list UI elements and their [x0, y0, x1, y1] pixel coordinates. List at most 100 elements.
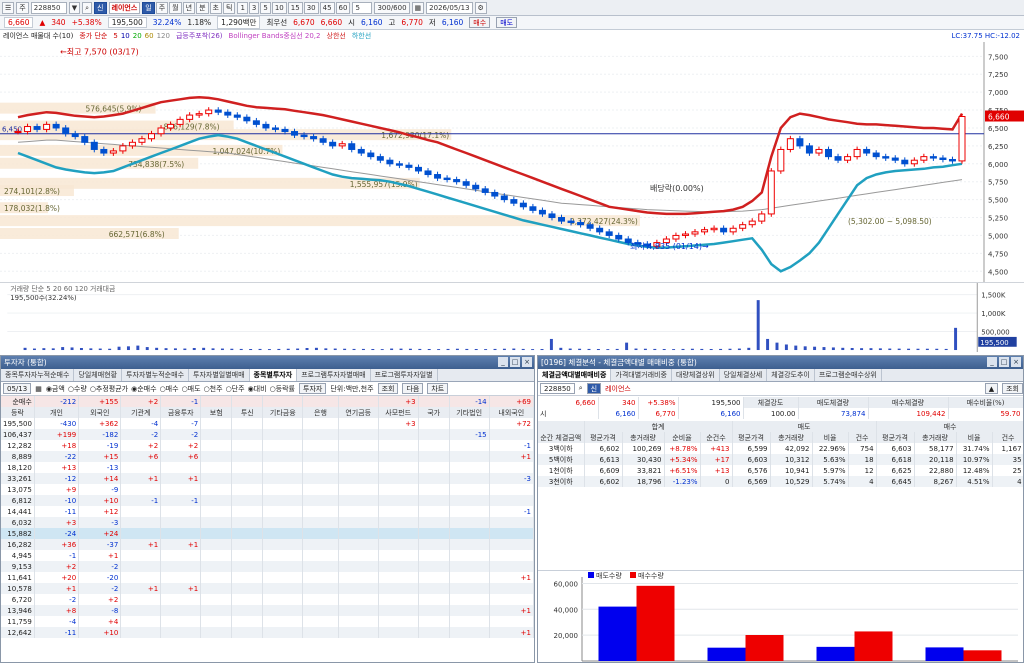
right-tab-0[interactable]: 체결금액대별매매비중: [538, 369, 612, 381]
table-row[interactable]: 6,812 -10 +10 -1 -1: [1, 495, 534, 506]
period-5[interactable]: 초: [209, 1, 222, 14]
tick-1[interactable]: 3: [248, 1, 260, 14]
right-tab-4[interactable]: 체결강도추이: [767, 369, 815, 381]
table-row[interactable]: 14,441 -11 +12 -1: [1, 506, 534, 517]
calendar-icon[interactable]: ▦: [35, 385, 42, 393]
left-tab-3[interactable]: 투자자별일별매매: [189, 369, 250, 381]
close-icon[interactable]: ×: [1011, 357, 1021, 367]
table-row[interactable]: 9,153 +2 -2: [1, 561, 534, 572]
table-cell: [449, 561, 490, 572]
period-3[interactable]: 년: [182, 1, 196, 14]
table-row[interactable]: 4,945 -1 +1: [1, 550, 534, 561]
table-row[interactable]: 13,946 +8 -8 +1: [1, 605, 534, 616]
option-0[interactable]: ◉금액: [46, 384, 65, 394]
settings-icon[interactable]: ⚙: [474, 1, 487, 14]
price-chart[interactable]: 7,5007,2507,0006,7506,5006,2506,0005,750…: [0, 42, 1024, 282]
search-icon[interactable]: ⌕: [82, 1, 93, 14]
table-row[interactable]: 33,261 -12 +14 +1 +1 -3: [1, 473, 534, 484]
sort-icon[interactable]: 주: [16, 1, 29, 14]
period-2[interactable]: 월: [169, 1, 182, 14]
table-row[interactable]: 16,282 +36 -37 +1 +1: [1, 539, 534, 550]
minimize-icon[interactable]: _: [987, 357, 997, 367]
option-3[interactable]: ◉순매수: [131, 384, 156, 394]
code-field[interactable]: 228850: [540, 383, 575, 394]
calendar-icon[interactable]: ▦: [411, 1, 425, 14]
table-row[interactable]: 1천이하 6,609 33,821 +6.51% +13 6,576 10,941 5.97%…: [538, 465, 1023, 476]
tick-3[interactable]: 10: [271, 1, 287, 14]
tick-0[interactable]: 1: [237, 1, 248, 14]
tick-5[interactable]: 30: [303, 1, 319, 14]
table-row[interactable]: 13,075 +9 -9: [1, 484, 534, 495]
table-row[interactable]: 5백이하 6,613 30,430 +5.34% +17 6,603 10,312 5.63%…: [538, 454, 1023, 465]
period-0[interactable]: 일: [142, 1, 155, 14]
option-4[interactable]: ○매수: [160, 384, 179, 394]
n-value-input[interactable]: 5: [352, 1, 373, 14]
minimize-icon[interactable]: _: [498, 357, 508, 367]
option-7[interactable]: ○단주: [226, 384, 245, 394]
table-row[interactable]: 3천이하 6,602 18,796 -1.23% 0 6,569 10,529 5.74% 4 6…: [538, 476, 1023, 487]
left-tab-1[interactable]: 당일체매현황: [74, 369, 123, 381]
table-row[interactable]: 12,642 -11 +10 +1: [1, 627, 534, 638]
menu-icon[interactable]: ☰: [2, 1, 15, 14]
table-row[interactable]: 8,889 -22 +15 +6 +6 +1: [1, 451, 534, 462]
buy-button[interactable]: 매수: [469, 17, 491, 28]
option-5[interactable]: ○매도: [182, 384, 201, 394]
left-tab-4[interactable]: 종목별투자자: [249, 369, 298, 381]
close-icon[interactable]: ×: [522, 357, 532, 367]
count-display[interactable]: 300/600: [374, 1, 410, 14]
period-4[interactable]: 분: [196, 1, 209, 14]
left-tab-0[interactable]: 종목투자자누적순매수: [1, 369, 75, 381]
table-cell: [449, 517, 490, 528]
table-row[interactable]: 106,437 +199 -182 -2 -2 -15: [1, 429, 534, 440]
stock-name[interactable]: 레이언스: [108, 1, 141, 14]
investor-button[interactable]: 투자자: [299, 383, 327, 394]
left-tab-5[interactable]: 프로그램투자자별매매: [297, 369, 371, 381]
table-row[interactable]: 12,282 +18 -19 +2 +2 -1: [1, 440, 534, 451]
up-icon[interactable]: ▲: [984, 383, 999, 394]
next-button[interactable]: 다음: [402, 383, 424, 394]
date-field[interactable]: 05/13: [3, 383, 32, 394]
table-row[interactable]: 10,578 +1 -2 +1 +1: [1, 583, 534, 594]
chart-button[interactable]: 차트: [427, 383, 449, 394]
table-row[interactable]: 11,759 -4 +4: [1, 616, 534, 627]
dropdown-icon[interactable]: ▼: [68, 1, 81, 14]
volume-chart[interactable]: 거래량 단순 5 20 60 120 거래대금195,500주(32.24%) 1…: [0, 282, 1024, 352]
option-9[interactable]: ○등락률: [270, 384, 295, 394]
table-row[interactable]: 6,720 -2 +2: [1, 594, 534, 605]
table-row[interactable]: 195,500 -430 +362 -4 -7 +3 +72: [1, 418, 534, 429]
tick-7[interactable]: 60: [335, 1, 351, 14]
tick-2[interactable]: 5: [260, 1, 271, 14]
left-tab-6[interactable]: 프로그램투자자일별: [371, 369, 438, 381]
date-input[interactable]: 2026/05/13: [426, 1, 473, 14]
search-icon[interactable]: ⌕: [579, 384, 583, 393]
period-1[interactable]: 주: [155, 1, 169, 14]
sell-button[interactable]: 매도: [496, 17, 518, 28]
table-cell: 42,092: [770, 443, 813, 454]
table-row[interactable]: 11,641 +20 -20 +1: [1, 572, 534, 583]
table-row[interactable]: 15,882 -24 +24: [1, 528, 534, 539]
left-tab-2[interactable]: 투자자별누적순매수: [122, 369, 190, 381]
table-row[interactable]: 18,120 +13 -13: [1, 462, 534, 473]
period-6[interactable]: 틱: [222, 1, 236, 14]
query-button[interactable]: 조회: [1002, 383, 1023, 394]
maximize-icon[interactable]: □: [510, 357, 520, 367]
table-row[interactable]: 3백이하 6,602 100,269 +8.78% +413 6,599 42,092 22.…: [538, 443, 1023, 454]
query-button[interactable]: 조회: [377, 383, 399, 394]
right-tab-2[interactable]: 대량체결상위: [672, 369, 720, 381]
tick-4[interactable]: 15: [287, 1, 303, 14]
option-1[interactable]: ○수량: [68, 384, 87, 394]
option-8[interactable]: ◉대비: [248, 384, 267, 394]
amount-bar-chart[interactable]: 60,00040,00020,000매도수량매수수량3백이하5백이하1천이하3천…: [538, 571, 1023, 663]
col-header: 기타금융: [262, 407, 304, 418]
maximize-icon[interactable]: □: [999, 357, 1009, 367]
right-tab-5[interactable]: 프로그램순매수상위: [815, 369, 882, 381]
stock-code-input[interactable]: 228850: [30, 1, 67, 14]
tick-6[interactable]: 45: [319, 1, 335, 14]
right-tab-1[interactable]: 가격대별거래비중: [611, 369, 672, 381]
option-6[interactable]: ○천주: [204, 384, 223, 394]
table-row[interactable]: 6,032 +3 -3: [1, 517, 534, 528]
option-2[interactable]: ○추정평균가: [90, 384, 128, 394]
legend-sell: 매도수량: [596, 572, 622, 580]
right-tab-3[interactable]: 당일체결상세: [720, 369, 768, 381]
table-cell: [489, 594, 534, 605]
